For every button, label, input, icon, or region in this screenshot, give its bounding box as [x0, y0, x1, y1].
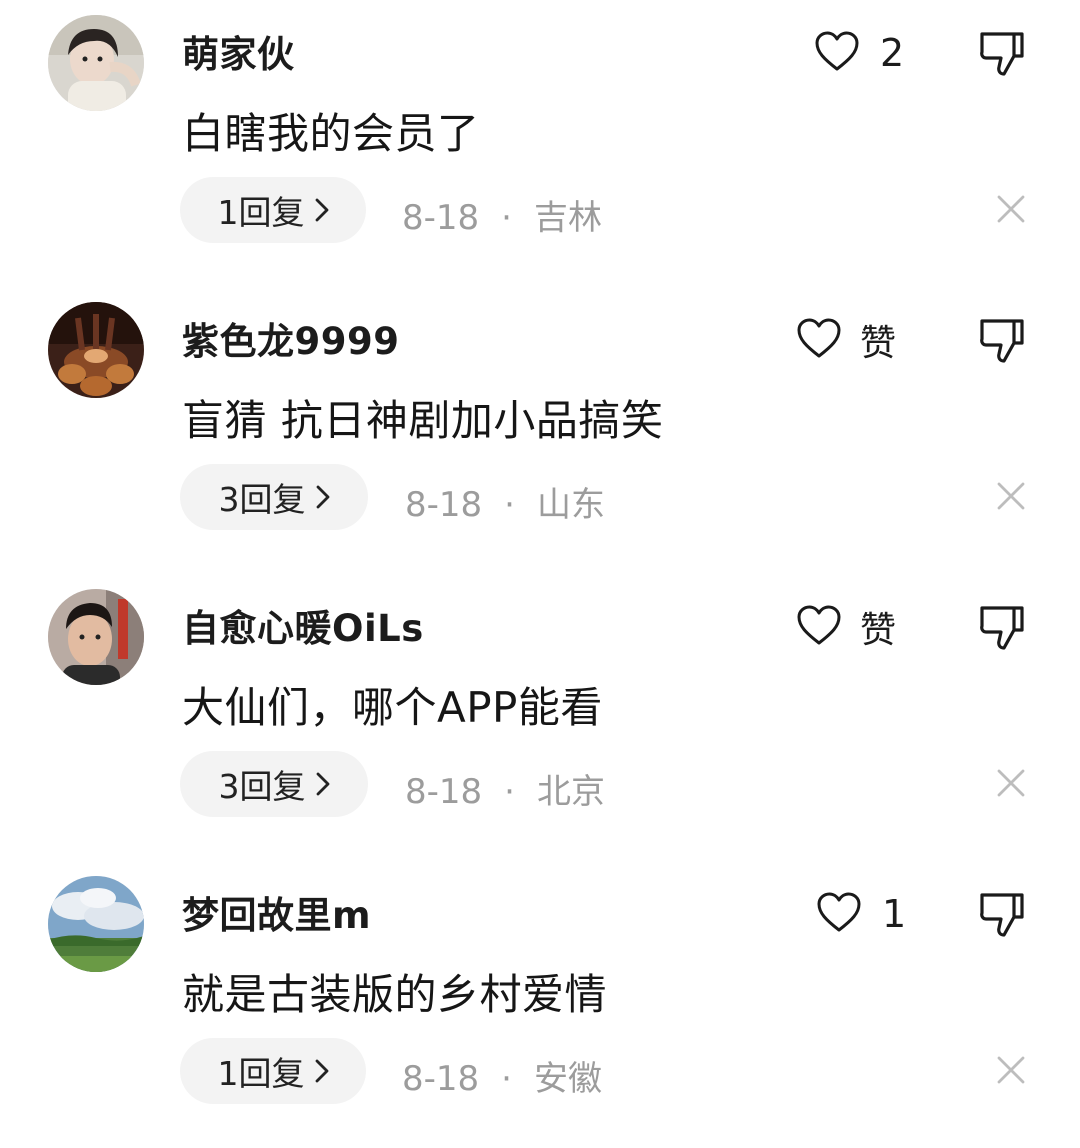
- comment-location: 北京: [536, 772, 605, 812]
- username[interactable]: 自愈心暖OiLs: [182, 598, 424, 652]
- avatar[interactable]: [48, 302, 144, 398]
- view-replies-button[interactable]: 3回复: [180, 751, 368, 817]
- chevron-right-icon: [316, 765, 330, 804]
- thumbs-down-outline-icon[interactable]: [976, 600, 1028, 652]
- view-replies-button[interactable]: 1回复: [180, 1038, 366, 1104]
- heart-outline-icon: [796, 604, 842, 650]
- close-x-icon[interactable]: [996, 194, 1026, 224]
- comment-date: 8-18: [405, 772, 483, 812]
- heart-outline-icon: [814, 30, 860, 76]
- avatar[interactable]: [48, 589, 144, 685]
- comment-text: 大仙们，哪个APP能看: [182, 683, 603, 732]
- like-label: 赞: [860, 323, 897, 364]
- thumbs-down-outline-icon[interactable]: [976, 887, 1028, 939]
- comment-date: 8-18: [402, 1059, 480, 1099]
- close-x-icon[interactable]: [996, 768, 1026, 798]
- landscape-sky-avatar: [48, 876, 144, 972]
- meta-separator: ·: [501, 198, 512, 238]
- comment-meta: 8-18 · 山东: [405, 477, 605, 526]
- comment-meta: 8-18 · 北京: [405, 764, 605, 813]
- like-button[interactable]: 1: [816, 889, 906, 939]
- username[interactable]: 萌家伙: [182, 24, 295, 78]
- comment-location: 吉林: [533, 198, 602, 238]
- comment-item: 萌家伙 白瞎我的会员了 1回复 8-18 · 吉林 2: [0, 0, 1080, 287]
- close-x-icon[interactable]: [996, 481, 1026, 511]
- like-count: 2: [880, 31, 905, 75]
- username[interactable]: 紫色龙9999: [182, 311, 399, 365]
- avatar[interactable]: [48, 15, 144, 111]
- thumbs-down-outline-icon[interactable]: [976, 313, 1028, 365]
- comment-meta: 8-18 · 安徽: [402, 1051, 602, 1100]
- avatar[interactable]: [48, 876, 144, 972]
- comment-text: 白瞎我的会员了: [182, 109, 480, 158]
- like-count: 1: [882, 892, 907, 936]
- comment-location: 山东: [536, 485, 605, 525]
- close-x-icon[interactable]: [996, 1055, 1026, 1085]
- comment-meta: 8-18 · 吉林: [402, 190, 602, 239]
- chevron-right-icon: [315, 191, 329, 230]
- comment-location: 安徽: [533, 1059, 602, 1099]
- reply-count-label: 3回复: [218, 480, 306, 519]
- like-label: 赞: [860, 610, 897, 651]
- heart-outline-icon: [796, 317, 842, 363]
- comment-item: 自愈心暖OiLs 大仙们，哪个APP能看 3回复 8-18 · 北京 赞: [0, 574, 1080, 861]
- like-button[interactable]: 赞: [796, 602, 896, 652]
- comment-text: 就是古装版的乡村爱情: [182, 970, 608, 1019]
- man-portrait-avatar: [48, 589, 144, 685]
- view-replies-button[interactable]: 1回复: [180, 177, 366, 243]
- like-button[interactable]: 2: [814, 28, 904, 78]
- reply-count-label: 1回复: [217, 1054, 305, 1093]
- reply-count-label: 3回复: [218, 767, 306, 806]
- username[interactable]: 梦回故里m: [182, 885, 371, 939]
- meta-separator: ·: [501, 1059, 512, 1099]
- like-button[interactable]: 赞: [796, 315, 896, 365]
- meta-separator: ·: [504, 485, 515, 525]
- view-replies-button[interactable]: 3回复: [180, 464, 368, 530]
- heart-outline-icon: [816, 891, 862, 937]
- person-selfie-avatar: [48, 15, 144, 111]
- thumbs-down-outline-icon[interactable]: [976, 26, 1028, 78]
- chevron-right-icon: [316, 478, 330, 517]
- comment-item: 梦回故里m 就是古装版的乡村爱情 1回复 8-18 · 安徽 1: [0, 861, 1080, 1148]
- meta-separator: ·: [504, 772, 515, 812]
- chocolate-food-avatar: [48, 302, 144, 398]
- reply-count-label: 1回复: [217, 193, 305, 232]
- comment-date: 8-18: [405, 485, 483, 525]
- comment-text: 盲猜 抗日神剧加小品搞笑: [182, 396, 664, 445]
- comment-date: 8-18: [402, 198, 480, 238]
- chevron-right-icon: [315, 1052, 329, 1091]
- comment-item: 紫色龙9999 盲猜 抗日神剧加小品搞笑 3回复 8-18 · 山东 赞: [0, 287, 1080, 574]
